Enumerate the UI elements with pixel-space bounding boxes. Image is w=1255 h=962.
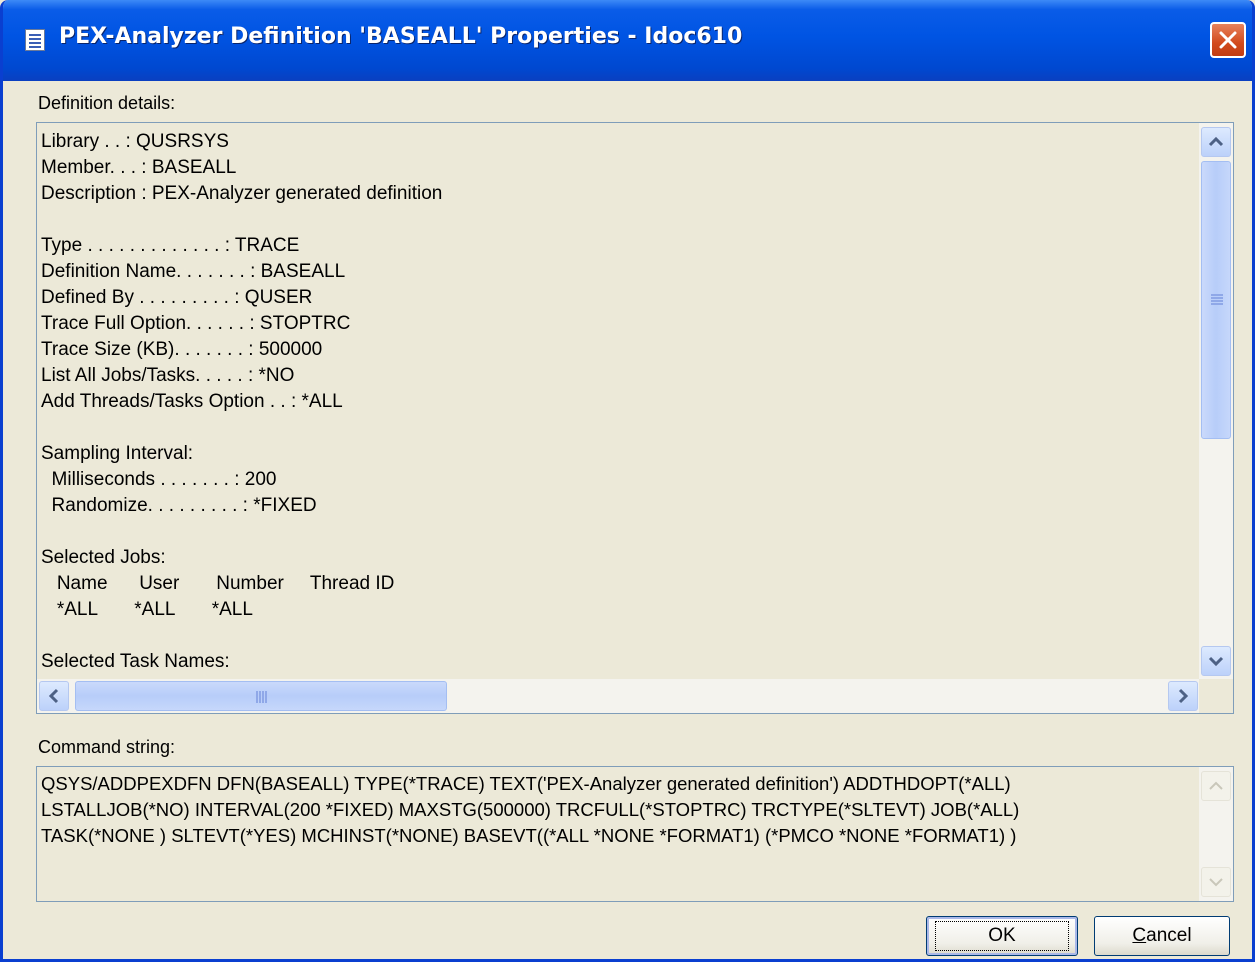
- command-vertical-scrollbar[interactable]: [1199, 767, 1233, 901]
- definition-detail-line: [41, 415, 1197, 441]
- definition-detail-line: Name User Number Thread ID: [41, 573, 395, 594]
- definition-details-label: Definition details:: [38, 93, 176, 113]
- definition-detail-line: Selected Jobs:: [41, 547, 166, 568]
- definition-detail-line: *ALL *ALL *ALL: [41, 599, 253, 620]
- scroll-left-button[interactable]: [39, 681, 69, 711]
- ok-button[interactable]: OK: [926, 916, 1078, 956]
- definition-detail-line: Trace Full Option. . . . . . : STOPTRC: [41, 313, 351, 334]
- close-icon: [1219, 31, 1237, 49]
- definition-detail-line: Add Threads/Tasks Option . . : *ALL: [41, 391, 343, 412]
- definition-detail-line: Sampling Interval:: [41, 443, 194, 464]
- details-vertical-scroll-thumb[interactable]: [1201, 161, 1231, 439]
- scrollbar-corner: [1199, 679, 1233, 713]
- command-string-line: QSYS/ADDPEXDFN DFN(BASEALL) TYPE(*TRACE)…: [41, 773, 1011, 794]
- command-string-line: TASK(*NONE ) SLTEVT(*YES) MCHINST(*NONE)…: [41, 825, 1017, 846]
- grip-icon: [1211, 294, 1223, 296]
- definition-detail-line: Definition Name. . . . . . . : BASEALL: [41, 261, 346, 282]
- properties-document-icon: [25, 29, 45, 51]
- command-scroll-up-button[interactable]: [1201, 771, 1231, 801]
- definition-detail-line: [41, 519, 1197, 545]
- details-horizontal-scroll-thumb[interactable]: [75, 681, 447, 711]
- definition-detail-line: [41, 207, 1197, 233]
- definition-detail-line: Member. . . : BASEALL: [41, 157, 237, 178]
- command-scroll-down-button[interactable]: [1201, 867, 1231, 897]
- chevron-right-icon: [1178, 688, 1189, 704]
- window-title: PEX-Analyzer Definition 'BASEALL' Proper…: [59, 24, 743, 49]
- definition-details-text: Library . . : QUSRSYS Member. . . : BASEA…: [41, 129, 1197, 679]
- definition-details-textbox[interactable]: Library . . : QUSRSYS Member. . . : BASEA…: [36, 122, 1234, 714]
- definition-detail-line: [41, 623, 1197, 649]
- command-string-label: Command string:: [38, 737, 176, 757]
- ok-button-label: OK: [935, 921, 1069, 951]
- close-button[interactable]: [1210, 22, 1246, 58]
- definition-detail-line: Description : PEX-Analyzer generated def…: [41, 183, 443, 204]
- chevron-left-icon: [48, 688, 59, 704]
- title-bar[interactable]: PEX-Analyzer Definition 'BASEALL' Proper…: [3, 0, 1252, 81]
- scroll-up-button[interactable]: [1201, 127, 1231, 157]
- command-string-text: QSYS/ADDPEXDFN DFN(BASEALL) TYPE(*TRACE)…: [41, 771, 1191, 849]
- scroll-right-button[interactable]: [1168, 681, 1198, 711]
- definition-detail-line: List All Jobs/Tasks. . . . . : *NO: [41, 365, 295, 386]
- properties-dialog: PEX-Analyzer Definition 'BASEALL' Proper…: [0, 0, 1255, 962]
- definition-detail-line: Selected Task Names:: [41, 651, 230, 672]
- scroll-down-button[interactable]: [1201, 646, 1231, 676]
- details-horizontal-scrollbar[interactable]: [37, 679, 1200, 713]
- definition-detail-line: Type . . . . . . . . . . . . . : TRACE: [41, 235, 300, 256]
- definition-detail-line: Library . . : QUSRSYS: [41, 131, 229, 152]
- chevron-down-icon: [1209, 878, 1223, 887]
- definition-detail-line: Defined By . . . . . . . . . : QUSER: [41, 287, 313, 308]
- cancel-button[interactable]: Cancel: [1094, 916, 1230, 956]
- definition-detail-line: Randomize. . . . . . . . . : *FIXED: [41, 495, 317, 516]
- definition-detail-line: Milliseconds . . . . . . . : 200: [41, 469, 277, 490]
- chevron-up-icon: [1209, 781, 1223, 790]
- cancel-button-label: Cancel: [1132, 925, 1192, 946]
- definition-detail-line: Trace Size (KB). . . . . . . : 500000: [41, 339, 323, 360]
- grip-icon: [256, 691, 258, 703]
- command-string-line: LSTALLJOB(*NO) INTERVAL(200 *FIXED) MAXS…: [41, 799, 1020, 820]
- details-vertical-scrollbar[interactable]: [1199, 123, 1233, 680]
- command-string-textbox[interactable]: QSYS/ADDPEXDFN DFN(BASEALL) TYPE(*TRACE)…: [36, 766, 1234, 902]
- chevron-down-icon: [1208, 656, 1224, 667]
- chevron-up-icon: [1208, 136, 1224, 147]
